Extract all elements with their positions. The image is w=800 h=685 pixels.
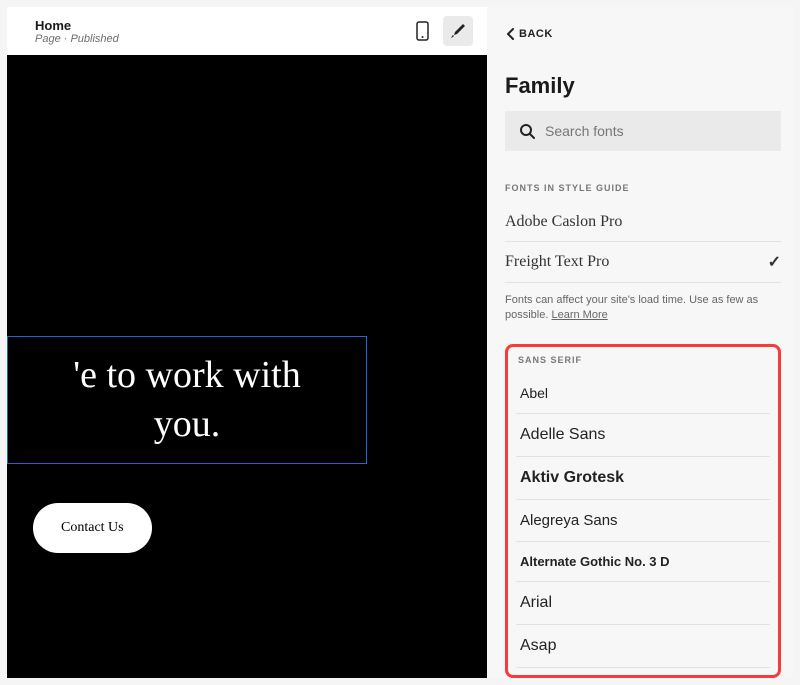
- font-list-item[interactable]: Arial: [516, 582, 770, 625]
- font-list-item[interactable]: Asap: [516, 625, 770, 668]
- selected-text-block[interactable]: 'e to work with you.: [7, 336, 367, 464]
- page-title: Home: [35, 18, 119, 33]
- style-guide-font-item[interactable]: Freight Text Pro ✓: [505, 242, 781, 283]
- font-name: Freight Text Pro: [505, 253, 609, 271]
- font-list-item[interactable]: Adelle Sans: [516, 414, 770, 457]
- font-family-panel: BACK Family Fonts in Style Guide Adobe C…: [487, 7, 793, 678]
- font-list-item[interactable]: Alegreya Sans: [516, 500, 770, 542]
- font-name: Adobe Caslon Pro: [505, 213, 622, 231]
- contact-us-button[interactable]: Contact Us: [33, 503, 152, 553]
- topbar: Home Page · Published: [7, 7, 487, 55]
- font-list-item[interactable]: Abel: [516, 373, 770, 414]
- style-guide-font-item[interactable]: Adobe Caslon Pro: [505, 203, 781, 242]
- brush-icon: [449, 22, 467, 40]
- style-guide-section-label: Fonts in Style Guide: [505, 183, 793, 193]
- font-list-item[interactable]: Alternate Gothic No. 3 D: [516, 542, 770, 582]
- chevron-left-icon: [505, 27, 515, 41]
- page-subtitle: Page · Published: [35, 33, 119, 45]
- editor-left-panel: Home Page · Published: [7, 7, 487, 678]
- search-input[interactable]: [545, 123, 767, 139]
- search-fonts-box[interactable]: [505, 111, 781, 151]
- page-info[interactable]: Home Page · Published: [35, 18, 119, 45]
- sans-serif-section-label: Sans Serif: [518, 355, 770, 365]
- panel-heading: Family: [505, 73, 793, 99]
- learn-more-link[interactable]: Learn More: [551, 309, 607, 321]
- back-label: BACK: [519, 28, 553, 40]
- font-list-highlighted: Sans Serif Abel Adelle Sans Aktiv Grotes…: [505, 344, 781, 678]
- headline-text: 'e to work with you.: [73, 351, 300, 450]
- checkmark-icon: ✓: [768, 252, 781, 272]
- style-brush-button[interactable]: [443, 16, 473, 46]
- page-preview[interactable]: 'e to work with you. Contact Us: [7, 55, 487, 678]
- back-button[interactable]: BACK: [505, 27, 793, 41]
- search-icon: [519, 123, 535, 139]
- font-list-item[interactable]: Aktiv Grotesk: [516, 457, 770, 500]
- mobile-preview-button[interactable]: [407, 16, 437, 46]
- font-list-item[interactable]: Atrament Web: [516, 668, 770, 678]
- font-load-note: Fonts can affect your site's load time. …: [505, 293, 781, 324]
- phone-icon: [416, 21, 429, 41]
